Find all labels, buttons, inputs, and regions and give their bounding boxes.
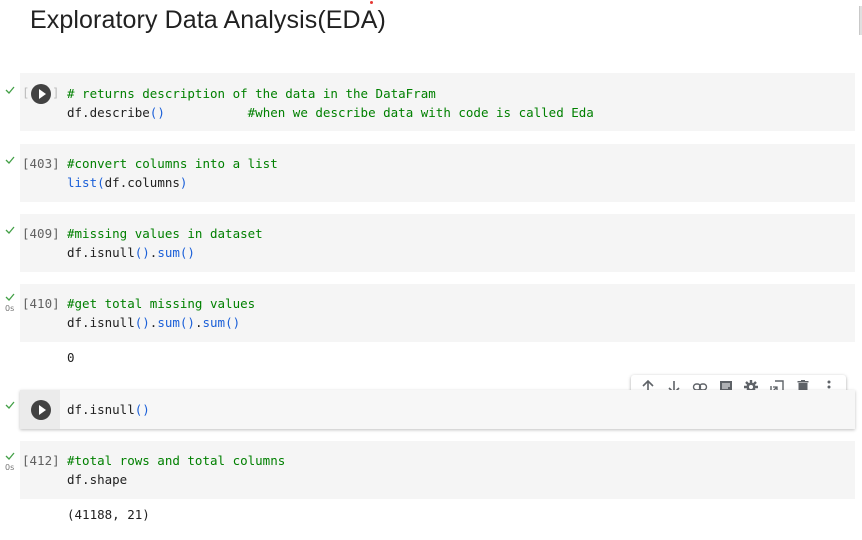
code-editor[interactable]: #missing values in dataset df.isnull().s… bbox=[67, 224, 263, 262]
code-cell-describe[interactable]: [ ] # returns description of the data in… bbox=[20, 73, 855, 131]
code-cell-total-missing[interactable]: [410] #get total missing values df.isnul… bbox=[20, 284, 855, 342]
execution-count: [410] bbox=[22, 296, 60, 311]
success-check-icon bbox=[5, 86, 15, 94]
success-check-icon bbox=[5, 401, 15, 409]
execution-count: [403] bbox=[22, 156, 60, 171]
code-cell-shape[interactable]: [412] #total rows and total columns df.s… bbox=[20, 441, 855, 499]
code-editor[interactable]: #total rows and total columns df.shape bbox=[67, 451, 285, 489]
success-check-icon bbox=[5, 293, 15, 301]
execution-count: [412] bbox=[22, 453, 60, 468]
code-cell-isnull[interactable]: df.isnull() bbox=[20, 390, 855, 429]
execution-time: 0s bbox=[5, 304, 15, 313]
success-check-icon bbox=[5, 452, 15, 460]
execution-count: [409] bbox=[22, 226, 60, 241]
code-editor[interactable]: #convert columns into a list list(df.col… bbox=[67, 154, 278, 192]
cell-output: 0 bbox=[67, 350, 75, 365]
run-cell-button[interactable] bbox=[31, 400, 51, 420]
section-heading: Exploratory Data Analysis(EDA) bbox=[30, 6, 386, 34]
cell-output: (41188, 21) bbox=[67, 507, 150, 522]
code-cell-missing-values[interactable]: [409] #missing values in dataset df.isnu… bbox=[20, 214, 855, 272]
success-check-icon bbox=[5, 156, 15, 164]
execution-time: 0s bbox=[5, 463, 15, 472]
exec-bracket-left: [ bbox=[22, 85, 30, 100]
cursor-dot bbox=[370, 1, 373, 4]
run-cell-button[interactable] bbox=[31, 84, 51, 104]
code-cell-columns[interactable]: [403] #convert columns into a list list(… bbox=[20, 144, 855, 202]
exec-bracket-right: ] bbox=[52, 85, 60, 100]
code-editor[interactable]: # returns description of the data in the… bbox=[67, 84, 594, 122]
code-editor[interactable]: df.isnull() bbox=[67, 400, 150, 419]
code-editor[interactable]: #get total missing values df.isnull().su… bbox=[67, 294, 255, 332]
success-check-icon bbox=[5, 226, 15, 234]
